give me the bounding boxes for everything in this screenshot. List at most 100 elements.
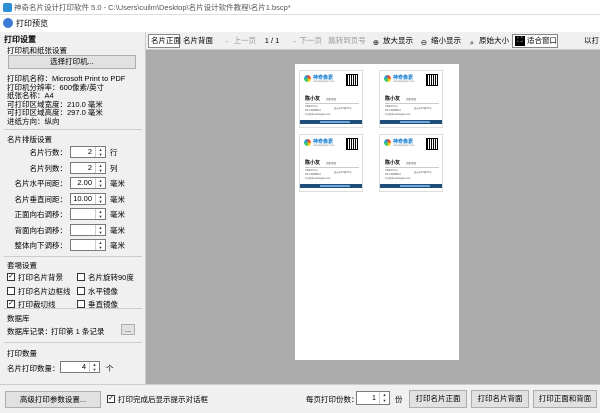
- app-icon: [3, 3, 12, 12]
- card-line: 13800177xx: [385, 170, 398, 172]
- spin-arrows-icon[interactable]: ▲ ▼: [95, 240, 105, 250]
- advanced-settings-button[interactable]: 高级打印参数设置...: [5, 391, 101, 408]
- option-checkbox[interactable]: ✓: [7, 273, 15, 281]
- card-name: 陈小友: [305, 160, 321, 166]
- tab-card-front[interactable]: 名片正面: [148, 34, 181, 48]
- print-both-button[interactable]: 打印正面和背面: [533, 390, 597, 408]
- layout-row-label: 名片列数：: [29, 163, 68, 173]
- spin-arrows-icon[interactable]: ▲ ▼: [89, 362, 99, 372]
- layout-row-label: 正面向右调移：: [14, 210, 68, 219]
- spin-arrows-icon[interactable]: ▲ ▼: [95, 147, 105, 157]
- fit-window-icon: ⛶: [515, 36, 525, 47]
- card-line: 13800177xx: [385, 106, 398, 108]
- spin-arrows-icon[interactable]: ▲ ▼: [95, 193, 105, 204]
- card-line: 0571-888888xx: [305, 110, 321, 112]
- card-divider: [305, 167, 359, 168]
- card-line: 0571-888888xx: [305, 174, 321, 176]
- zoom-in-button[interactable]: ⊕ 放大显示: [370, 34, 414, 48]
- print-settings-panel: 打印设置 打印机和纸张设置 选择打印机... 打印机名称：Microsoft P…: [0, 32, 146, 384]
- divider: [4, 129, 142, 130]
- per-page-value: 1: [371, 393, 376, 402]
- jump-page-button[interactable]: 跳转到页号: [328, 34, 366, 48]
- card-bar-accent: [400, 121, 430, 123]
- qty-value: 4: [81, 362, 86, 371]
- qr-code-icon: [426, 74, 438, 86]
- per-page-label: 每页打印份数：: [306, 395, 359, 404]
- card-bar-accent: [320, 185, 350, 187]
- print-button[interactable]: 以打: [584, 34, 600, 48]
- layout-row-value: 10.00: [73, 193, 92, 203]
- preview-area: 神奇像素 shenqixiangsu.com 陈小友 销售经理 13800177xx 05…: [146, 50, 600, 384]
- per-page-stepper[interactable]: 1 ▲ ▼: [356, 391, 390, 405]
- original-size-button[interactable]: ⌕ 原始大小: [466, 34, 510, 48]
- option-checkbox[interactable]: [7, 286, 15, 295]
- prev-page-button[interactable]: ← 上一页: [220, 34, 260, 48]
- tab-card-back[interactable]: 名片背面: [182, 34, 214, 48]
- card-role: 销售经理: [326, 162, 337, 165]
- other-section-title: 套埸设置: [7, 261, 37, 270]
- divider: [4, 256, 142, 257]
- layout-row-unit: 毫米: [110, 210, 125, 219]
- card-name: 陈小友: [385, 160, 401, 166]
- option-checkbox[interactable]: [77, 300, 85, 308]
- panel-heading: 打印设置: [4, 35, 36, 44]
- qty-label: 名片打印数量：: [7, 364, 60, 373]
- spin-arrows-icon[interactable]: ▲ ▼: [95, 209, 105, 219]
- qty-stepper[interactable]: 4 ▲ ▼: [60, 361, 100, 373]
- spin-arrows-icon[interactable]: ▲ ▼: [95, 162, 105, 173]
- layout-row-unit: 行: [110, 148, 118, 157]
- zoom-in-icon: ⊕: [372, 38, 380, 48]
- option-checkbox[interactable]: [77, 286, 85, 295]
- card-role: 销售经理: [326, 98, 337, 101]
- business-card: 神奇像素 shenqixiangsu.com 陈小友 销售经理 13800177xx 05…: [379, 70, 443, 128]
- option-checkbox[interactable]: [77, 273, 85, 281]
- layout-section-title: 名片排版设置: [7, 135, 52, 144]
- card-line: xxx@shenqixiangsu.com: [385, 178, 411, 180]
- db-record-button[interactable]: ...: [121, 324, 135, 335]
- business-card: 神奇像素 shenqixiangsu.com 陈小友 销售经理 13800177xx 05…: [379, 134, 443, 192]
- layout-row-stepper[interactable]: 2 ▲ ▼: [70, 146, 106, 158]
- db-section-title: 数据库: [7, 314, 30, 323]
- option-label: 打印名片边框线: [18, 286, 71, 296]
- layout-row-value: 2: [87, 162, 92, 172]
- next-page-button[interactable]: → 下一页: [286, 34, 326, 48]
- layout-row-stepper[interactable]: ▲ ▼: [70, 223, 106, 236]
- card-divider: [305, 103, 359, 104]
- spin-arrows-icon[interactable]: ▲ ▼: [95, 178, 105, 188]
- next-page-label: 下一页: [299, 36, 323, 45]
- option-label: 打印名片背景: [18, 273, 63, 282]
- fit-window-button[interactable]: ⛶ 适合窗口: [512, 34, 558, 48]
- option-checkbox[interactable]: ✓: [7, 300, 15, 308]
- qr-code-icon: [426, 138, 438, 150]
- layout-row-stepper[interactable]: 10.00 ▲ ▼: [70, 192, 106, 205]
- spin-arrows-icon[interactable]: ▲ ▼: [95, 224, 105, 235]
- db-record-label: 数据库记录：: [7, 327, 52, 336]
- print-icon: [3, 18, 13, 28]
- spin-arrows-icon[interactable]: ▲ ▼: [379, 392, 389, 404]
- layout-row-stepper[interactable]: ▲ ▼: [70, 239, 106, 251]
- card-role: 销售经理: [406, 162, 417, 165]
- zoom-out-button[interactable]: ⊖ 缩小显示: [418, 34, 462, 48]
- zoom-out-icon: ⊖: [420, 38, 428, 48]
- dialog-title-bar: 打印预览: [0, 15, 600, 32]
- option-label: 名片旋转90度: [88, 273, 134, 282]
- business-card: 神奇像素 shenqixiangsu.com 陈小友 销售经理 13800177xx 05…: [299, 70, 363, 128]
- show-dialog-checkbox[interactable]: ✓: [107, 395, 115, 403]
- layout-row-stepper[interactable]: 2.00 ▲ ▼: [70, 177, 106, 189]
- logo-icon: [304, 75, 311, 82]
- fit-window-label: 适合窗口: [527, 36, 557, 45]
- card-address: 杭州市XX路XX号: [414, 172, 432, 174]
- layout-row-unit: 毫米: [110, 194, 125, 204]
- card-address: 杭州市XX路XX号: [334, 172, 352, 174]
- select-printer-button[interactable]: 选择打印机...: [8, 55, 136, 69]
- divider: [4, 308, 142, 309]
- print-back-button[interactable]: 打印名片背面: [471, 390, 529, 408]
- layout-row-label: 整体向下调移：: [14, 241, 68, 250]
- card-role: 销售经理: [406, 98, 417, 101]
- layout-row-stepper[interactable]: ▲ ▼: [70, 208, 106, 220]
- card-name: 陈小友: [305, 96, 321, 102]
- print-front-button[interactable]: 打印名片正面: [409, 390, 467, 408]
- layout-row-stepper[interactable]: 2 ▲ ▼: [70, 161, 106, 174]
- logo-icon: [384, 139, 391, 146]
- bottom-bar: 高级打印参数设置... ✓ 打印完成后显示提示对话框 每页打印份数： 1 ▲ ▼ …: [0, 384, 600, 413]
